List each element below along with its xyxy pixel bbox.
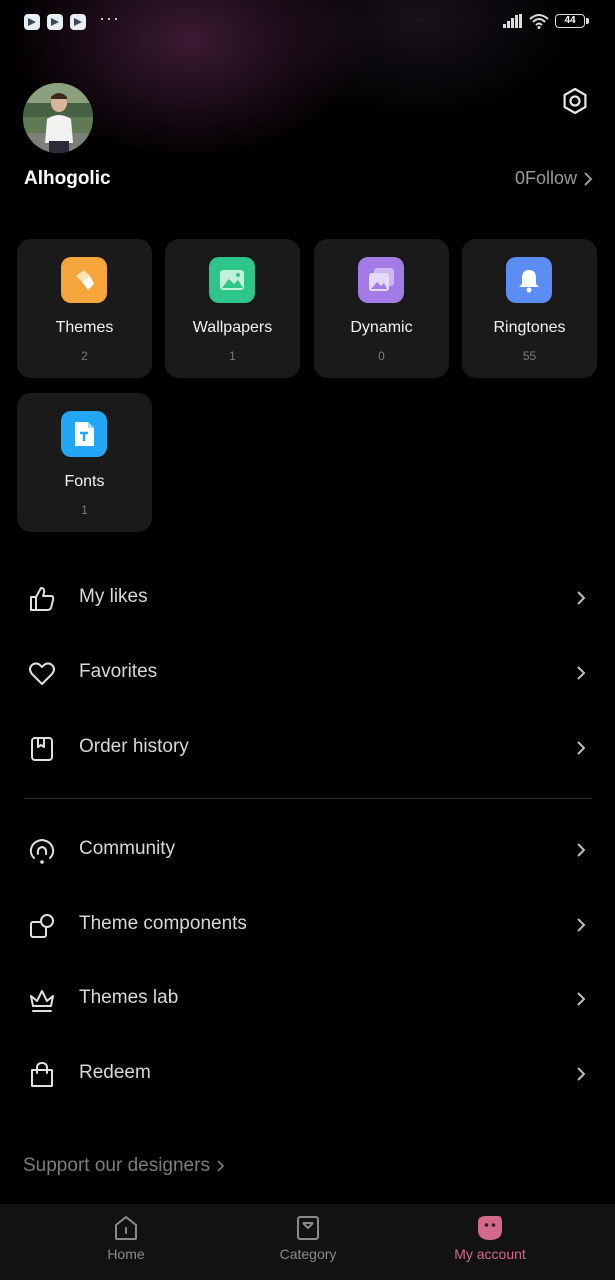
menu-item-community[interactable]: Community: [0, 820, 615, 880]
telegram-notification-icon: [24, 14, 40, 30]
divider: [24, 798, 592, 799]
nav-label: Category: [279, 1246, 337, 1262]
home-icon: [115, 1216, 137, 1240]
bell-icon: [506, 257, 552, 303]
category-count: 2: [81, 349, 88, 363]
layers-icon: [358, 257, 404, 303]
chevron-right-icon: [577, 918, 586, 932]
thumbs-up-icon: [30, 587, 55, 611]
nav-home[interactable]: Home: [36, 1204, 216, 1280]
nav-label: My account: [454, 1246, 526, 1262]
heart-icon: [29, 662, 55, 685]
menu-item-theme-components[interactable]: Theme components: [0, 895, 615, 955]
category-card-themes[interactable]: Themes 2: [17, 239, 152, 378]
follow-link[interactable]: 0Follow: [515, 168, 593, 189]
menu-item-redeem[interactable]: Redeem: [0, 1044, 615, 1104]
status-bar: ··· 44: [0, 0, 615, 44]
chevron-right-icon: [217, 1160, 225, 1172]
category-label: Wallpapers: [192, 319, 273, 336]
menu-item-themes-lab[interactable]: Themes lab: [0, 969, 615, 1029]
support-designers-link[interactable]: Support our designers: [23, 1155, 226, 1177]
nav-my-account[interactable]: My account: [400, 1204, 580, 1280]
crown-icon: [30, 990, 54, 1012]
more-notifications-icon: ···: [99, 8, 120, 28]
category-label: Dynamic: [350, 319, 413, 336]
menu-label: Redeem: [79, 1062, 151, 1083]
menu-label: My likes: [79, 586, 148, 607]
category-icon: [297, 1216, 319, 1240]
follow-label: 0Follow: [514, 168, 577, 188]
shopping-bag-icon: [31, 1061, 53, 1087]
category-count: 0: [378, 349, 385, 363]
chevron-right-icon: [577, 591, 586, 605]
category-card-ringtones[interactable]: Ringtones 55: [462, 239, 597, 378]
chevron-right-icon: [577, 843, 586, 857]
category-card-dynamic[interactable]: Dynamic 0: [314, 239, 449, 378]
category-label: Themes: [55, 319, 114, 336]
category-label: Fonts: [64, 473, 105, 490]
category-label: Ringtones: [493, 319, 566, 336]
menu-label: Themes lab: [79, 987, 179, 1008]
telegram-notification-icon: [70, 14, 86, 30]
battery-indicator: 44: [555, 14, 589, 28]
chevron-right-icon: [584, 171, 593, 186]
category-count: 1: [229, 349, 236, 363]
components-icon: [30, 914, 54, 938]
telegram-notification-icon: [47, 14, 63, 30]
chevron-right-icon: [577, 1067, 586, 1081]
account-icon: [478, 1216, 502, 1240]
bookmark-icon: [31, 737, 53, 761]
brush-icon: [61, 257, 107, 303]
bottom-navigation: Home Category My account: [0, 1204, 615, 1280]
menu-label: Community: [79, 838, 176, 859]
nav-label: Home: [107, 1246, 145, 1262]
image-icon: [209, 257, 255, 303]
menu-item-order-history[interactable]: Order history: [0, 718, 615, 778]
signal-icon: [503, 14, 523, 28]
settings-icon[interactable]: [561, 87, 589, 115]
avatar[interactable]: [23, 83, 93, 153]
community-icon: [29, 838, 55, 864]
menu-label: Order history: [79, 736, 189, 757]
menu-item-favorites[interactable]: Favorites: [0, 643, 615, 703]
category-count: 55: [522, 349, 537, 363]
category-card-wallpapers[interactable]: Wallpapers 1: [165, 239, 300, 378]
category-count: 1: [81, 503, 88, 517]
category-card-fonts[interactable]: Fonts 1: [17, 393, 152, 532]
font-icon: [61, 411, 107, 457]
menu-label: Theme components: [79, 913, 247, 934]
menu-label: Favorites: [79, 661, 158, 682]
wifi-icon: [529, 14, 549, 29]
username: Alhogolic: [24, 168, 111, 189]
chevron-right-icon: [577, 666, 586, 680]
nav-category[interactable]: Category: [218, 1204, 398, 1280]
chevron-right-icon: [577, 992, 586, 1006]
chevron-right-icon: [577, 741, 586, 755]
menu-item-my-likes[interactable]: My likes: [0, 568, 615, 628]
support-label: Support our designers: [23, 1155, 210, 1176]
